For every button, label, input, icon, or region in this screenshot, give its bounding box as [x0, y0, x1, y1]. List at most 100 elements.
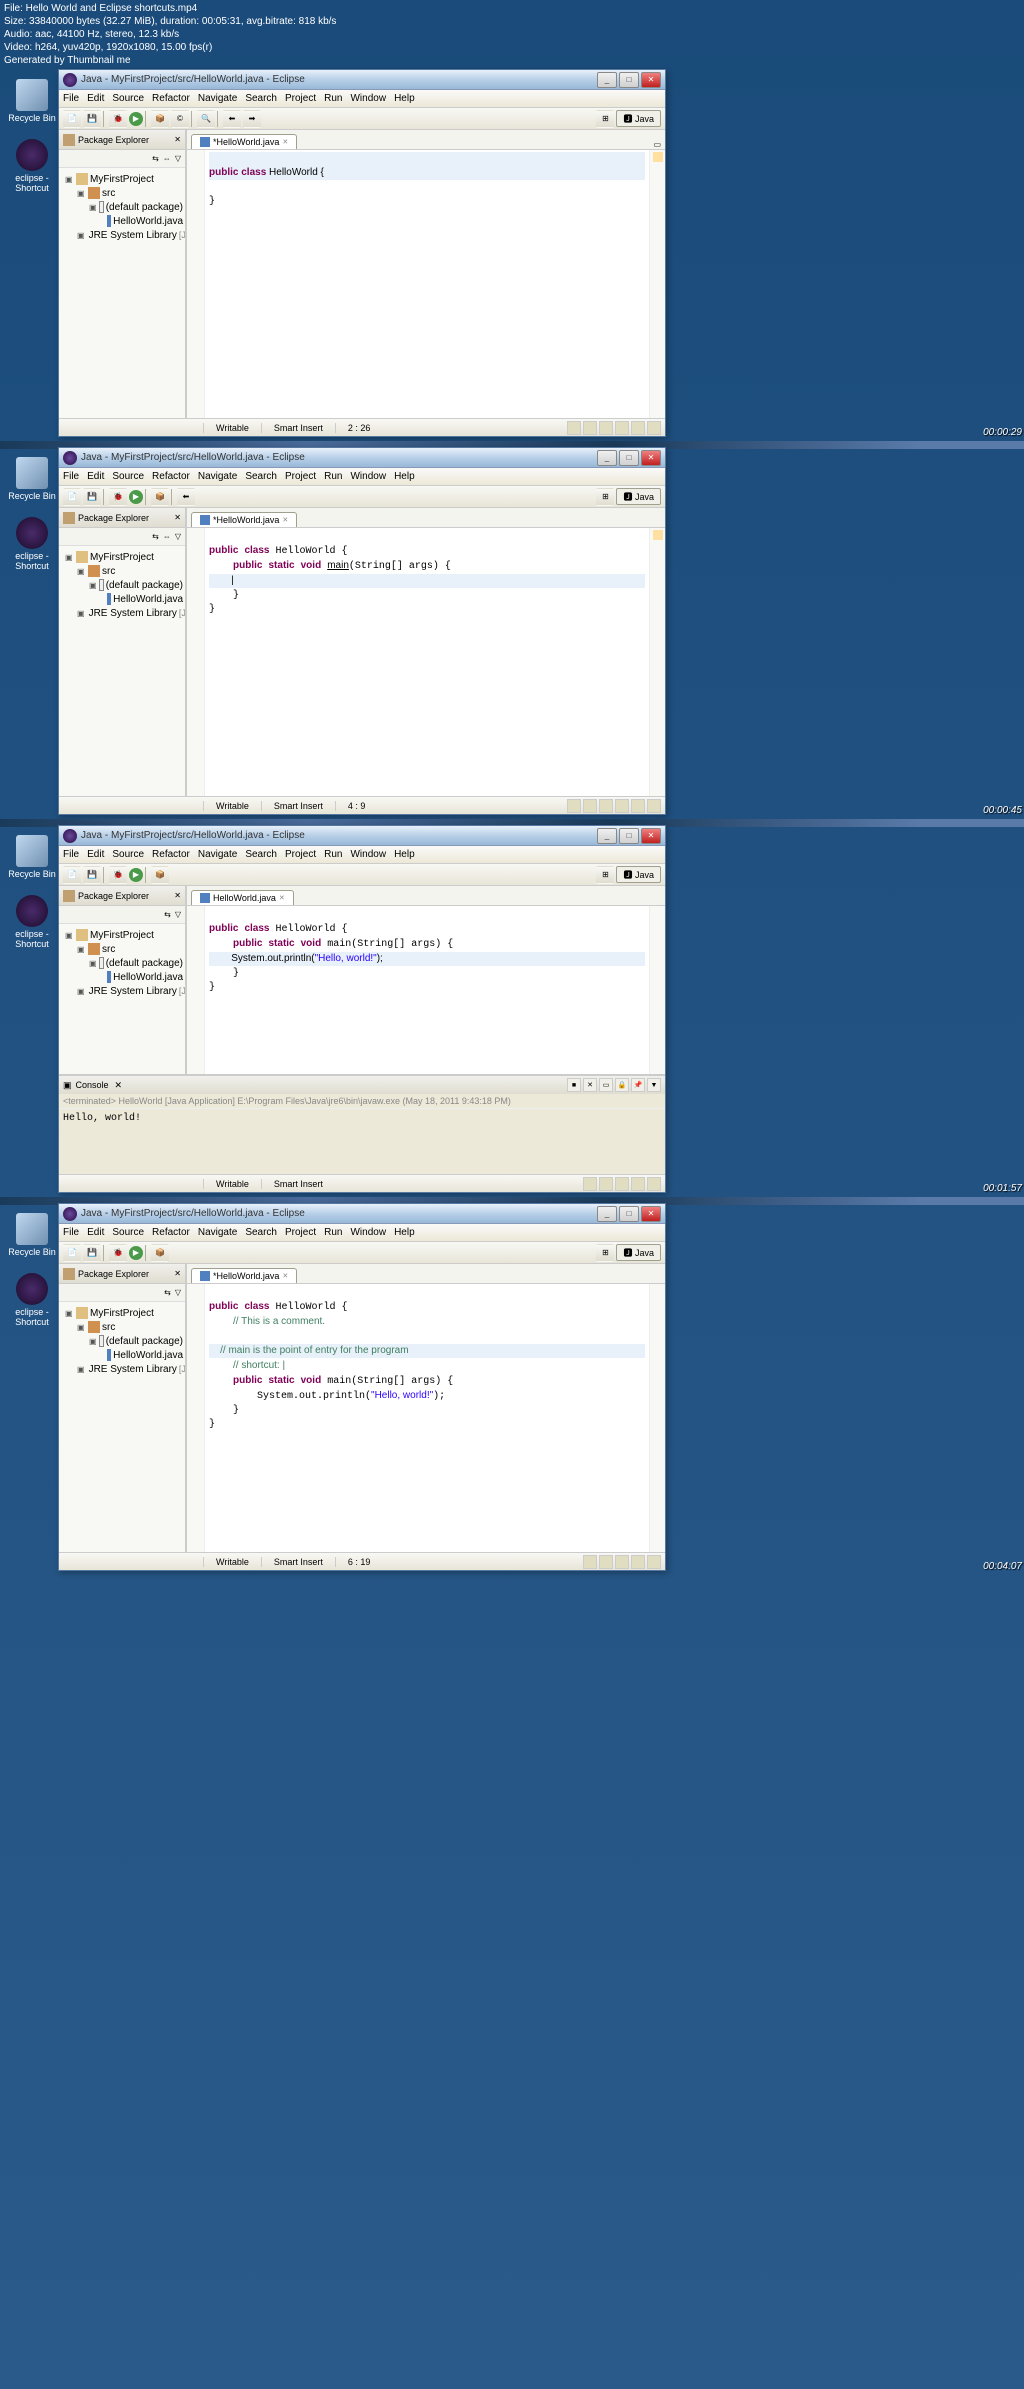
eclipse-shortcut-icon[interactable]: eclipse - Shortcut — [8, 139, 56, 193]
close-button[interactable]: ✕ — [641, 72, 661, 88]
project-tree[interactable]: ▣MyFirstProject ▣src ▣(default package) … — [59, 546, 185, 796]
view-close-icon[interactable]: ✕ — [174, 513, 181, 522]
title-bar[interactable]: Java - MyFirstProject/src/HelloWorld.jav… — [59, 826, 665, 846]
nav-forward-button[interactable]: ➡ — [243, 110, 261, 128]
clear-console-button[interactable]: ▭ — [599, 1078, 613, 1092]
menu-search[interactable]: Search — [245, 471, 277, 482]
debug-button[interactable]: 🐞 — [109, 110, 127, 128]
scroll-lock-button[interactable]: 🔒 — [615, 1078, 629, 1092]
status-icon[interactable] — [583, 421, 597, 435]
code-editor[interactable]: public class HelloWorld { // This is a c… — [205, 1284, 649, 1552]
editor-tab[interactable]: *HelloWorld.java✕ — [191, 134, 297, 149]
menu-run[interactable]: Run — [324, 93, 342, 104]
status-icon[interactable] — [567, 421, 581, 435]
tree-src[interactable]: ▣src — [61, 186, 183, 200]
recycle-bin-icon[interactable]: Recycle Bin — [8, 457, 56, 501]
menu-search[interactable]: Search — [245, 93, 277, 104]
new-button[interactable]: 📄 — [63, 110, 81, 128]
editor-tab[interactable]: *HelloWorld.java✕ — [191, 512, 297, 527]
debug-button[interactable]: 🐞 — [109, 488, 127, 506]
menu-file[interactable]: File — [63, 471, 79, 482]
eclipse-shortcut-icon[interactable]: eclipse - Shortcut — [8, 1273, 56, 1327]
file-info-line: File: Hello World and Eclipse shortcuts.… — [4, 2, 1020, 15]
maximize-button[interactable]: □ — [619, 72, 639, 88]
close-button[interactable]: ✕ — [641, 450, 661, 466]
maximize-editor-icon[interactable]: ▭ — [653, 140, 661, 149]
minimize-button[interactable]: _ — [597, 72, 617, 88]
new-package-button[interactable]: 📦 — [151, 488, 169, 506]
save-button[interactable]: 💾 — [83, 110, 101, 128]
remove-launch-button[interactable]: ✕ — [583, 1078, 597, 1092]
pin-console-button[interactable]: 📌 — [631, 1078, 645, 1092]
new-button[interactable]: 📄 — [63, 488, 81, 506]
tab-close-icon[interactable]: ✕ — [282, 138, 288, 146]
menu-run[interactable]: Run — [324, 471, 342, 482]
title-bar[interactable]: Java - MyFirstProject/src/HelloWorld.jav… — [59, 70, 665, 90]
maximize-button[interactable]: □ — [619, 450, 639, 466]
menu-project[interactable]: Project — [285, 471, 316, 482]
link-editor-icon[interactable]: ⇔ — [163, 154, 171, 163]
view-close-icon[interactable]: ✕ — [174, 135, 181, 144]
editor-overview-ruler[interactable] — [649, 150, 665, 418]
status-icon[interactable] — [647, 421, 661, 435]
editor-gutter[interactable] — [187, 528, 205, 796]
recycle-bin-icon[interactable]: Recycle Bin — [8, 79, 56, 123]
open-perspective-button[interactable]: ⊞ — [596, 488, 614, 506]
new-class-button[interactable]: © — [171, 110, 189, 128]
frame-timestamp: 00:00:45 — [983, 805, 1022, 816]
console-output[interactable]: Hello, world! — [59, 1109, 665, 1128]
generated-line: Generated by Thumbnail me — [4, 54, 1020, 67]
status-icon[interactable] — [615, 421, 629, 435]
toolbar: 📄 💾 🐞 ▶ 📦 © 🔍 ⬅ ➡ ⊞ 🅹 Java — [59, 108, 665, 130]
editor-gutter[interactable] — [187, 150, 205, 418]
code-editor[interactable]: public class HelloWorld { public static … — [205, 906, 649, 1074]
project-tree[interactable]: ▣MyFirstProject ▣src ▣(default package) … — [59, 168, 185, 418]
menu-file[interactable]: File — [63, 93, 79, 104]
tree-jre[interactable]: ▣JRE System Library [JavaSE-1.6] — [61, 228, 183, 242]
save-button[interactable]: 💾 — [83, 488, 101, 506]
new-package-button[interactable]: 📦 — [151, 110, 169, 128]
nav-back-button[interactable]: ⬅ — [223, 110, 241, 128]
code-editor[interactable]: public class HelloWorld { } — [205, 150, 649, 418]
tree-package[interactable]: ▣(default package) — [61, 200, 183, 214]
tree-project[interactable]: ▣MyFirstProject — [61, 172, 183, 186]
recycle-bin-icon[interactable]: Recycle Bin — [8, 1213, 56, 1257]
package-explorer-view: Package Explorer ✕ ⇆ ⇔ ▽ ▣MyFirstProject… — [59, 130, 187, 418]
menu-navigate[interactable]: Navigate — [198, 471, 237, 482]
nav-back-button[interactable]: ⬅ — [177, 488, 195, 506]
run-button[interactable]: ▶ — [129, 490, 143, 504]
menu-window[interactable]: Window — [350, 93, 386, 104]
menu-refactor[interactable]: Refactor — [152, 471, 190, 482]
menu-help[interactable]: Help — [394, 471, 415, 482]
menu-project[interactable]: Project — [285, 93, 316, 104]
menu-refactor[interactable]: Refactor — [152, 93, 190, 104]
java-perspective-button[interactable]: 🅹 Java — [616, 110, 661, 127]
terminate-button[interactable]: ■ — [567, 1078, 581, 1092]
status-icon[interactable] — [631, 421, 645, 435]
menu-edit[interactable]: Edit — [87, 471, 104, 482]
title-bar[interactable]: Java - MyFirstProject/src/HelloWorld.jav… — [59, 1204, 665, 1224]
status-position: 2 : 26 — [335, 423, 383, 433]
minimize-button[interactable]: _ — [597, 450, 617, 466]
status-icon[interactable] — [599, 421, 613, 435]
menu-window[interactable]: Window — [350, 471, 386, 482]
run-button[interactable]: ▶ — [129, 112, 143, 126]
view-menu-icon[interactable]: ▽ — [175, 154, 181, 163]
menu-edit[interactable]: Edit — [87, 93, 104, 104]
menu-navigate[interactable]: Navigate — [198, 93, 237, 104]
recycle-bin-icon[interactable]: Recycle Bin — [8, 835, 56, 879]
eclipse-window-3: Java - MyFirstProject/src/HelloWorld.jav… — [58, 825, 666, 1193]
menu-help[interactable]: Help — [394, 93, 415, 104]
tree-file[interactable]: HelloWorld.java — [61, 214, 183, 228]
code-editor[interactable]: public class HelloWorld { public static … — [205, 528, 649, 796]
eclipse-shortcut-icon[interactable]: eclipse - Shortcut — [8, 895, 56, 949]
open-perspective-button[interactable]: ⊞ — [596, 110, 614, 128]
java-perspective-button[interactable]: 🅹 Java — [616, 488, 661, 505]
title-bar[interactable]: Java - MyFirstProject/src/HelloWorld.jav… — [59, 448, 665, 468]
menu-source[interactable]: Source — [112, 471, 144, 482]
collapse-all-icon[interactable]: ⇆ — [152, 154, 159, 163]
eclipse-shortcut-icon[interactable]: eclipse - Shortcut — [8, 517, 56, 571]
menu-source[interactable]: Source — [112, 93, 144, 104]
display-console-button[interactable]: ▼ — [647, 1078, 661, 1092]
open-type-button[interactable]: 🔍 — [197, 110, 215, 128]
